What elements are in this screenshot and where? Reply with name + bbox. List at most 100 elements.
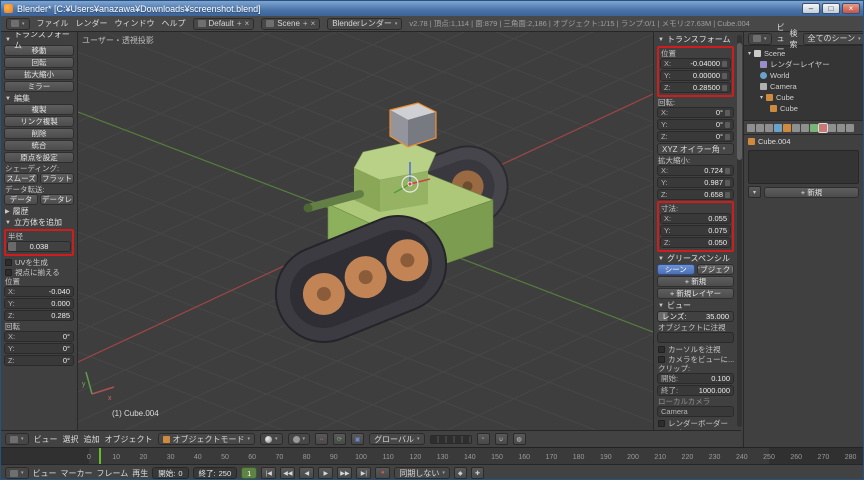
panel-header-history[interactable]: ▶履歴	[4, 206, 74, 217]
rotation-z-field[interactable]: Z:0°	[4, 355, 74, 366]
data-layout-button[interactable]: データレ	[40, 194, 74, 205]
grease-new-layer-button[interactable]: +新規レイヤー	[657, 288, 734, 299]
lock-icon[interactable]	[725, 110, 730, 116]
minimize-button[interactable]: –	[802, 3, 820, 14]
orientation-select[interactable]: グローバル▾	[369, 433, 424, 445]
lock-icon[interactable]	[725, 168, 730, 174]
outliner-item-cube-child[interactable]: Cube	[748, 103, 859, 114]
rotation-y-field[interactable]: Y:0°	[657, 119, 734, 130]
menu-file[interactable]: ファイル	[37, 18, 69, 29]
current-frame-field[interactable]: 1	[241, 467, 257, 479]
rotation-x-field[interactable]: X:0°	[657, 107, 734, 118]
mode-select[interactable]: オブジェクトモード▾	[158, 433, 256, 445]
panel-header-view[interactable]: ▼ビュー	[657, 300, 734, 311]
sync-select[interactable]: 同期しない▾	[394, 467, 450, 479]
panel-header-edit[interactable]: ▼編集	[4, 93, 74, 104]
prev-keyframe-button[interactable]: ◀◀	[280, 467, 295, 479]
align-to-view-checkbox[interactable]: 視点に揃える	[4, 267, 74, 277]
next-keyframe-button[interactable]: ▶▶	[337, 467, 352, 479]
current-frame-marker[interactable]	[99, 448, 101, 464]
render-layers-tab-icon[interactable]	[756, 124, 764, 132]
lock-to-cursor-checkbox[interactable]: カーソルを注視	[657, 344, 734, 354]
grease-scene-tab[interactable]: シーン	[657, 264, 695, 275]
new-material-button[interactable]: +新規	[764, 187, 859, 198]
frame-start-field[interactable]: 開始:0	[152, 467, 188, 479]
lock-to-object-field[interactable]	[657, 332, 734, 343]
panel-header-grease-pencil[interactable]: ▼グリースペンシル	[657, 253, 734, 264]
location-x-field[interactable]: X:-0.040	[4, 286, 74, 297]
shade-smooth-button[interactable]: スムーズ	[4, 173, 38, 184]
keyframe-insert-icon[interactable]: ✚	[471, 467, 484, 479]
shade-flat-button[interactable]: フラット	[40, 173, 74, 184]
3d-viewport[interactable]: ユーザー・透視投影 x y (1) Cube.004	[78, 32, 653, 430]
generate-uv-checkbox[interactable]: UVを生成	[4, 257, 74, 267]
menu-render[interactable]: レンダー	[76, 18, 108, 29]
world-tab-icon[interactable]	[774, 124, 782, 132]
rotation-mode-select[interactable]: XYZ オイラー角▾	[657, 143, 734, 155]
play-reverse-button[interactable]: ◀	[299, 467, 314, 479]
editor-type-button[interactable]: ▾	[748, 33, 772, 45]
timeline-view-menu[interactable]: ビュー	[33, 468, 57, 479]
object-menu[interactable]: オブジェクト	[105, 434, 153, 445]
delete-layout-icon[interactable]: ×	[245, 19, 250, 28]
delete-scene-icon[interactable]: ×	[311, 19, 316, 28]
scale-button[interactable]: 拡大縮小	[4, 69, 74, 80]
lock-icon[interactable]	[722, 73, 727, 79]
scene-tab-icon[interactable]	[765, 124, 773, 132]
outliner-filter-select[interactable]: 全てのシーン▾	[803, 33, 864, 45]
layer-buttons[interactable]	[430, 435, 472, 444]
material-tab-icon[interactable]	[819, 124, 827, 132]
snap-magnet-icon[interactable]: ∪	[495, 433, 508, 445]
maximize-button[interactable]: □	[822, 3, 840, 14]
modifiers-tab-icon[interactable]	[801, 124, 809, 132]
set-origin-button[interactable]: 原点を設定	[4, 152, 74, 163]
location-y-field[interactable]: Y:0.000	[4, 298, 74, 309]
scale-x-field[interactable]: X:0.724	[657, 165, 734, 176]
grease-object-tab[interactable]: オブジェクト	[697, 264, 735, 275]
timeline-ruler[interactable]: 0102030405060708090100110120130140150160…	[1, 447, 863, 464]
add-scene-icon[interactable]: +	[303, 19, 308, 28]
dimension-x-field[interactable]: X:0.055	[660, 213, 731, 224]
outliner-item-cube[interactable]: ▾Cube	[748, 92, 859, 103]
rotation-z-field[interactable]: Z:0°	[657, 131, 734, 142]
n-panel-scrollbar[interactable]	[737, 35, 742, 427]
record-button[interactable]: ●	[375, 467, 390, 479]
grease-new-button[interactable]: +新規	[657, 276, 734, 287]
tank-turret[interactable]	[354, 142, 436, 212]
local-camera-field[interactable]: Camera	[657, 406, 734, 417]
particles-tab-icon[interactable]	[837, 124, 845, 132]
data-transfer-button[interactable]: データ	[4, 194, 38, 205]
clip-start-field[interactable]: 開始:0.100	[657, 373, 734, 384]
select-menu[interactable]: 選択	[63, 434, 79, 445]
outliner-item-camera[interactable]: Camera	[748, 81, 859, 92]
scale-manipulator-icon[interactable]: ▣	[351, 433, 364, 445]
outliner-item-render-layers[interactable]: レンダーレイヤー	[748, 59, 859, 70]
constraints-tab-icon[interactable]	[792, 124, 800, 132]
outliner-item-scene[interactable]: ▾Scene	[748, 48, 859, 59]
lock-icon[interactable]	[722, 85, 727, 91]
render-engine-select[interactable]: Blenderレンダー ▾	[327, 18, 402, 30]
lock-icon[interactable]	[722, 61, 727, 67]
menu-help[interactable]: ヘルプ	[162, 18, 186, 29]
duplicate-linked-button[interactable]: リンク複製	[4, 116, 74, 127]
view-menu[interactable]: ビュー	[34, 434, 58, 445]
location-z-field[interactable]: Z:0.285	[4, 310, 74, 321]
rotation-y-field[interactable]: Y:0°	[4, 343, 74, 354]
location-x-field[interactable]: X:-0.04000	[660, 58, 731, 69]
delete-button[interactable]: 削除	[4, 128, 74, 139]
timeline-playback-menu[interactable]: 再生	[132, 468, 148, 479]
scale-y-field[interactable]: Y:0.987	[657, 177, 734, 188]
frame-end-field[interactable]: 終了:250	[193, 467, 238, 479]
selected-cube-object[interactable]	[390, 103, 436, 147]
expander-icon[interactable]: ▾	[760, 94, 763, 101]
duplicate-button[interactable]: 複製	[4, 104, 74, 115]
jump-to-start-button[interactable]: |◀	[261, 467, 276, 479]
timeline-frame-menu[interactable]: フレーム	[97, 468, 129, 479]
outliner-item-world[interactable]: World	[748, 70, 859, 81]
lock-icon[interactable]	[725, 134, 730, 140]
object-tab-icon[interactable]	[783, 124, 791, 132]
play-button[interactable]: ▶	[318, 467, 333, 479]
physics-tab-icon[interactable]	[846, 124, 854, 132]
editor-type-button[interactable]: ▾	[5, 433, 29, 445]
scene-select[interactable]: Scene + ×	[261, 18, 320, 30]
